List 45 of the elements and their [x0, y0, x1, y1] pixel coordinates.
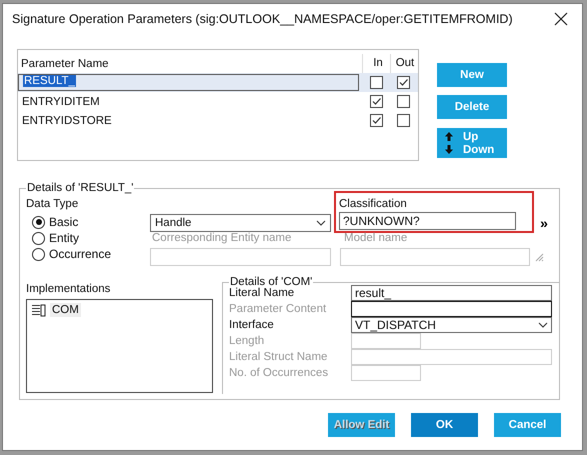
field-label: Interface — [229, 318, 275, 333]
radio-option[interactable]: Basic — [26, 214, 150, 230]
model-label: Model name — [343, 231, 408, 246]
parameter-name: ENTRYIDITEM — [22, 96, 100, 108]
chevron-icon — [538, 322, 548, 328]
data-type-label: Data Type — [26, 198, 80, 212]
dialog-button[interactable]: OK — [411, 413, 478, 437]
parameter-row[interactable]: ENTRYIDITEM — [18, 92, 418, 111]
field-label: Literal Struct Name — [229, 350, 328, 365]
entity-label: Corresponding Entity name — [151, 231, 292, 246]
in-checkbox[interactable] — [370, 76, 382, 89]
type-dropdown[interactable]: Handle — [150, 214, 331, 232]
text-field[interactable]: result_ — [351, 285, 552, 301]
model-field[interactable] — [340, 248, 530, 266]
column-header: Parameter Name — [20, 58, 110, 70]
radio-option[interactable]: Entity — [26, 230, 150, 246]
down-arrow-icon — [445, 145, 453, 154]
interface-dropdown[interactable]: VT_DISPATCH — [351, 317, 552, 333]
radio-option[interactable]: Occurrence — [26, 246, 150, 262]
up-arrow-icon — [445, 132, 453, 141]
field-label: Parameter Content — [229, 302, 328, 317]
parameter-row[interactable]: RESULT_ — [18, 73, 418, 92]
list-icon — [32, 304, 46, 316]
in-checkbox[interactable] — [370, 114, 382, 127]
group-title: Details of 'COM' — [229, 276, 314, 288]
field-label: No. of Occurrences — [229, 366, 330, 381]
implementations-label: Implementations — [26, 283, 112, 295]
classification-label: Classification — [339, 198, 408, 210]
entity-field[interactable] — [150, 248, 331, 266]
window-title: Signature Operation Parameters (sig:OUTLOOK__NAMESPACE/oper:GETITEMFROMID) — [12, 12, 513, 26]
classification-field[interactable]: ?UNKNOWN? — [339, 212, 516, 230]
parameter-row[interactable]: ENTRYIDSTORE — [18, 111, 418, 130]
field-label: Literal Name — [229, 286, 296, 301]
parameter-name: RESULT_ — [23, 75, 76, 87]
implementation-item[interactable]: COM — [32, 303, 207, 317]
out-checkbox[interactable] — [396, 95, 410, 108]
group-title: Details of 'RESULT_' — [26, 182, 134, 194]
chevron-icon — [316, 220, 326, 226]
close-icon[interactable] — [554, 12, 568, 26]
out-checkbox[interactable] — [396, 76, 410, 89]
field-label: Length — [229, 334, 266, 349]
more-button[interactable]: » — [534, 214, 554, 231]
in-checkbox[interactable] — [370, 95, 382, 108]
out-checkbox[interactable] — [396, 114, 410, 127]
parameter-name: ENTRYIDSTORE — [22, 114, 112, 126]
